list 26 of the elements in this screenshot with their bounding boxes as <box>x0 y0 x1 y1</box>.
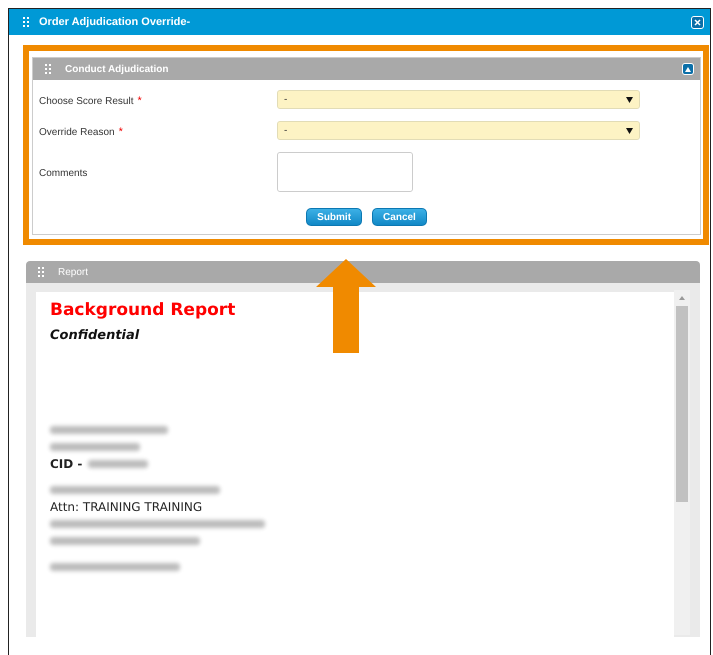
dropdown-field[interactable]: - <box>277 121 640 140</box>
report-text: Attn: TRAINING TRAINING <box>50 500 202 514</box>
caret-icon <box>626 128 633 134</box>
panel-title: Report <box>58 266 90 278</box>
triangle-up-icon <box>685 66 691 72</box>
field-label: Comments <box>39 168 88 179</box>
window-title: Order Adjudication Override- <box>39 16 192 28</box>
close-icon <box>694 18 701 26</box>
required-asterisk: * <box>138 94 142 106</box>
grip-icon <box>38 267 44 277</box>
required-asterisk: * <box>118 126 123 138</box>
close-button[interactable] <box>691 16 704 28</box>
caret-icon <box>626 96 633 102</box>
redacted-text <box>88 460 148 468</box>
collapse-button[interactable] <box>682 63 694 75</box>
report-subheading: Confidential <box>50 328 140 343</box>
scrollbar[interactable] <box>674 290 690 635</box>
comments-field[interactable] <box>277 152 413 192</box>
grip-icon <box>23 17 29 27</box>
field-label: Choose Score Result <box>39 96 134 106</box>
report-text: CID - <box>50 456 82 470</box>
dropdown-field[interactable]: - <box>277 90 640 109</box>
grip-icon <box>45 64 51 74</box>
report-heading: Background Report <box>50 300 236 320</box>
panel-title: Conduct Adjudication <box>65 64 170 74</box>
field-label: Override Reason <box>39 126 115 138</box>
